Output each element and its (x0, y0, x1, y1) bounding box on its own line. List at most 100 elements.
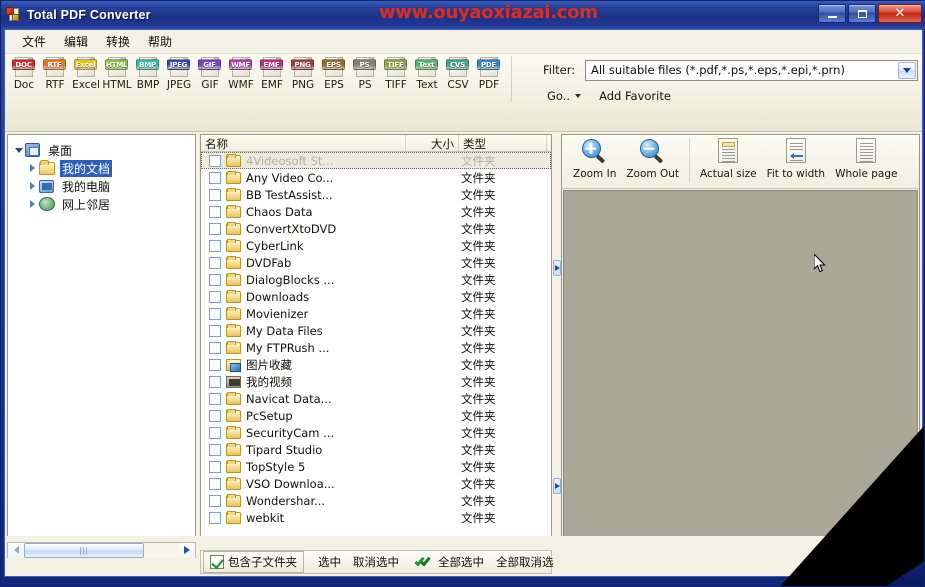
table-row[interactable]: BB TestAssist... 文件夹 (201, 186, 551, 203)
format-button-csv[interactable]: CVS CSV (443, 56, 473, 91)
table-row[interactable]: 我的视频 文件夹 (201, 373, 551, 390)
file-list-panel[interactable]: 名称 大小 类型 4Videosoft St... 文件夹 Any Video Co… (200, 134, 552, 574)
menu-item-0[interactable]: 文件 (13, 30, 55, 53)
row-checkbox[interactable] (209, 409, 221, 422)
menu-item-2[interactable]: 转换 (97, 30, 139, 53)
table-row[interactable]: DVDFab 文件夹 (201, 254, 551, 271)
panel-splitter[interactable] (553, 134, 561, 574)
table-row[interactable]: My FTPRush ... 文件夹 (201, 339, 551, 356)
format-button-eps[interactable]: EPS EPS (319, 56, 349, 91)
minimize-button[interactable] (818, 4, 846, 23)
format-button-excel[interactable]: Excel Excel (71, 56, 101, 91)
table-row[interactable]: My Data Files 文件夹 (201, 322, 551, 339)
row-checkbox[interactable] (209, 511, 221, 524)
tree-scroll-right-icon[interactable] (179, 542, 195, 558)
format-button-html[interactable]: HTML HTML (102, 56, 132, 91)
format-button-emf[interactable]: EMF EMF (257, 56, 287, 91)
row-checkbox[interactable] (209, 392, 221, 405)
tree-node-my-computer[interactable]: 我的电脑 (26, 177, 193, 195)
format-button-png[interactable]: PNG PNG (288, 56, 318, 91)
action-button-2[interactable]: 取消选中 (347, 551, 405, 573)
preview-tool-zoom-out[interactable]: Zoom Out (621, 138, 684, 180)
menu-item-3[interactable]: 帮助 (139, 30, 181, 53)
maximize-button[interactable] (848, 4, 876, 23)
table-row[interactable]: TopStyle 5 文件夹 (201, 458, 551, 475)
table-row[interactable]: Any Video Co... 文件夹 (201, 169, 551, 186)
table-row[interactable]: 4Videosoft St... 文件夹 (201, 152, 551, 169)
preview-tool-actual-size[interactable]: Actual size (695, 138, 762, 180)
action-button-4[interactable]: 全部取消选 (490, 551, 560, 573)
row-checkbox[interactable] (209, 188, 221, 201)
format-button-rtf[interactable]: RTF RTF (40, 56, 70, 91)
table-row[interactable]: webkit 文件夹 (201, 509, 551, 526)
splitter-grip-bottom[interactable] (553, 478, 561, 494)
go-button[interactable]: Go.. (543, 88, 585, 104)
row-checkbox[interactable] (209, 154, 221, 167)
action-button-1[interactable]: 选中 (312, 551, 347, 573)
format-button-bmp[interactable]: BMP BMP (133, 56, 163, 91)
preview-tool-fit-to-width[interactable]: Fit to width (762, 138, 830, 180)
preview-canvas[interactable] (563, 190, 918, 572)
preview-tool-whole-page[interactable]: Whole page (830, 138, 902, 180)
row-checkbox[interactable] (209, 460, 221, 473)
table-row[interactable]: DialogBlocks ... 文件夹 (201, 271, 551, 288)
format-button-wmf[interactable]: WMF WMF (226, 56, 256, 91)
column-header-size[interactable]: 大小 (406, 135, 459, 151)
table-row[interactable]: 图片收藏 文件夹 (201, 356, 551, 373)
row-checkbox[interactable] (209, 341, 221, 354)
row-checkbox[interactable] (209, 443, 221, 456)
format-button-jpeg[interactable]: JPEG JPEG (164, 56, 194, 91)
action-button-3[interactable]: 全部选中 (411, 551, 490, 573)
table-row[interactable]: PcSetup 文件夹 (201, 407, 551, 424)
table-row[interactable]: ConvertXtoDVD 文件夹 (201, 220, 551, 237)
action-button-0[interactable]: 包含子文件夹 (203, 551, 304, 573)
row-checkbox[interactable] (209, 324, 221, 337)
format-button-tiff[interactable]: TIFF TIFF (381, 56, 411, 91)
close-button[interactable]: ✕ (878, 4, 922, 23)
chevron-down-icon[interactable] (12, 147, 25, 153)
tree-hscrollbar[interactable] (7, 542, 196, 558)
table-row[interactable]: Chaos Data 文件夹 (201, 203, 551, 220)
table-row[interactable]: Downloads 文件夹 (201, 288, 551, 305)
tree-scroll-left-icon[interactable] (8, 542, 24, 558)
table-row[interactable]: Wondershar... 文件夹 (201, 492, 551, 509)
table-row[interactable]: Movienizer 文件夹 (201, 305, 551, 322)
splitter-grip-top[interactable] (553, 260, 561, 276)
table-row[interactable]: Navicat Data... 文件夹 (201, 390, 551, 407)
table-row[interactable]: SecurityCam ... 文件夹 (201, 424, 551, 441)
menu-item-1[interactable]: 编辑 (55, 30, 97, 53)
format-button-pdf[interactable]: PDF PDF (474, 56, 504, 91)
chevron-down-icon[interactable] (898, 61, 916, 79)
filter-combobox[interactable]: All suitable files (*.pdf,*.ps,*.eps,*.e… (585, 59, 918, 81)
row-checkbox[interactable] (209, 273, 221, 286)
title-bar[interactable]: Total PDF Converter www.ouyaoxiazai.com … (1, 1, 925, 29)
column-header-type[interactable]: 类型 (459, 135, 547, 151)
table-row[interactable]: VSO Downloa... 文件夹 (201, 475, 551, 492)
chevron-right-icon[interactable] (26, 182, 39, 190)
tree-hscroll-thumb[interactable] (24, 542, 144, 558)
row-checkbox[interactable] (209, 375, 221, 388)
folder-tree-panel[interactable]: 桌面 我的文档 我的电脑 网上邻居 (7, 134, 196, 574)
row-checkbox[interactable] (209, 477, 221, 490)
column-header-name[interactable]: 名称 (201, 135, 406, 151)
format-button-gif[interactable]: GIF GIF (195, 56, 225, 91)
row-checkbox[interactable] (209, 205, 221, 218)
format-button-doc[interactable]: DOC Doc (9, 56, 39, 91)
row-checkbox[interactable] (209, 494, 221, 507)
table-row[interactable]: Tipard Studio 文件夹 (201, 441, 551, 458)
row-checkbox[interactable] (209, 426, 221, 439)
row-checkbox[interactable] (209, 290, 221, 303)
table-row[interactable]: CyberLink 文件夹 (201, 237, 551, 254)
tree-node-network[interactable]: 网上邻居 (26, 195, 193, 213)
chevron-right-icon[interactable] (26, 164, 39, 172)
preview-tool-zoom-in[interactable]: Zoom In (568, 138, 621, 180)
row-checkbox[interactable] (209, 222, 221, 235)
row-checkbox[interactable] (209, 239, 221, 252)
tree-node-my-documents[interactable]: 我的文档 (26, 159, 193, 177)
row-checkbox[interactable] (209, 307, 221, 320)
file-list-body[interactable]: 4Videosoft St... 文件夹 Any Video Co... 文件夹 BB … (201, 152, 551, 552)
tree-hscroll-track[interactable] (24, 542, 179, 558)
add-favorite-button[interactable]: Add Favorite (595, 88, 675, 104)
row-checkbox[interactable] (209, 256, 221, 269)
format-button-text[interactable]: Text Text (412, 56, 442, 91)
